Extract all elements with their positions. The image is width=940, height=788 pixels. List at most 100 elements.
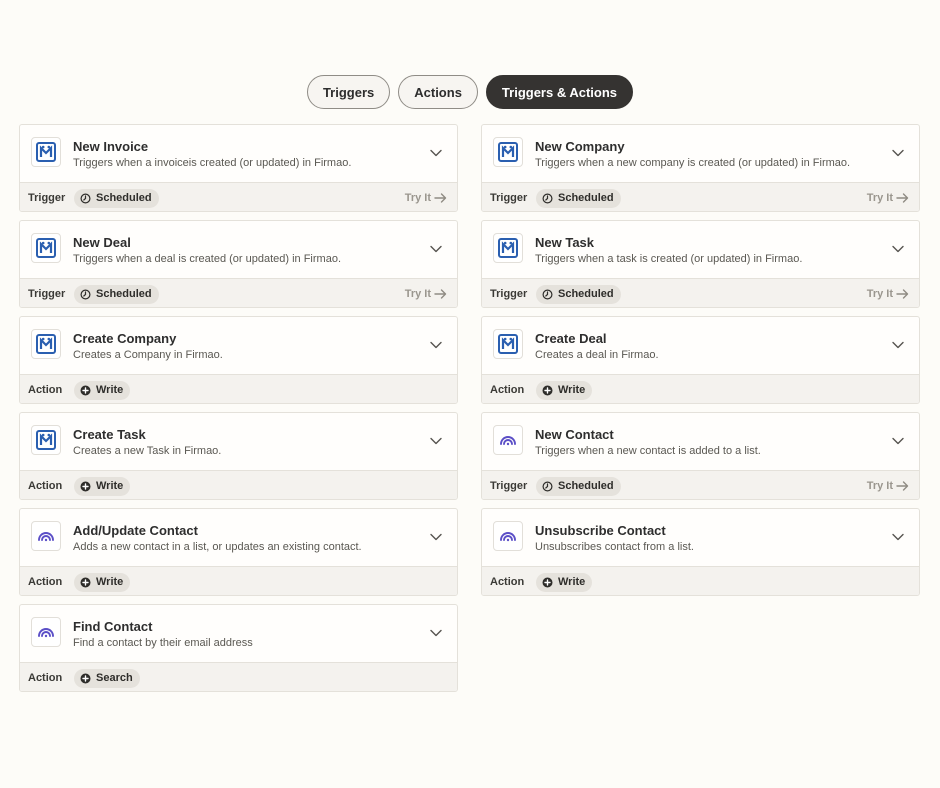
status-badge: Write	[74, 572, 131, 592]
status-badge-label: Scheduled	[558, 192, 614, 204]
plus-circle-icon	[80, 673, 91, 684]
status-badge: Scheduled	[536, 284, 621, 304]
card-header[interactable]: Unsubscribe Contact Unsubscribes contact…	[482, 509, 919, 567]
firmao-logo-icon	[493, 137, 523, 167]
card-add-update-contact: Add/Update Contact Adds a new contact in…	[19, 508, 458, 596]
card-header[interactable]: New Invoice Triggers when a invoiceis cr…	[20, 125, 457, 183]
firmao-logo-icon	[31, 425, 61, 455]
card-new-contact: New Contact Triggers when a new contact …	[481, 412, 920, 500]
try-it-label: Try It	[404, 192, 431, 204]
status-badge-label: Write	[96, 576, 124, 588]
card-description: Triggers when a new company is created (…	[535, 157, 851, 169]
card-title: New Contact	[535, 427, 614, 442]
try-it-link[interactable]: Try It	[404, 183, 447, 211]
card-new-deal: New Deal Triggers when a deal is created…	[19, 220, 458, 308]
card-kind-label: Trigger	[490, 288, 528, 300]
plus-circle-icon	[542, 577, 553, 588]
card-description: Triggers when a deal is created (or upda…	[73, 253, 341, 265]
card-kind-label: Action	[28, 672, 63, 684]
card-header[interactable]: New Task Triggers when a task is created…	[482, 221, 919, 279]
status-badge-label: Scheduled	[96, 192, 152, 204]
contact-app-logo-icon	[493, 425, 523, 455]
card-header[interactable]: Find Contact Find a contact by their ema…	[20, 605, 457, 663]
plus-circle-icon	[80, 481, 91, 492]
card-title: Create Company	[73, 331, 177, 346]
card-title: Unsubscribe Contact	[535, 523, 666, 538]
status-badge-label: Scheduled	[558, 288, 614, 300]
chevron-down-icon[interactable]	[429, 146, 443, 160]
card-footer: Action Write	[482, 375, 919, 403]
status-badge: Scheduled	[74, 284, 159, 304]
chevron-down-icon[interactable]	[429, 530, 443, 544]
card-header[interactable]: Add/Update Contact Adds a new contact in…	[20, 509, 457, 567]
chevron-down-icon[interactable]	[429, 242, 443, 256]
card-description: Creates a new Task in Firmao.	[73, 445, 222, 457]
chevron-down-icon[interactable]	[891, 434, 905, 448]
card-header[interactable]: Create Company Creates a Company in Firm…	[20, 317, 457, 375]
try-it-link[interactable]: Try It	[867, 183, 909, 211]
status-badge-label: Write	[96, 384, 124, 396]
firmao-logo-icon	[493, 233, 523, 263]
status-badge: Write	[74, 380, 131, 400]
tab-actions[interactable]: Actions	[398, 75, 478, 109]
card-kind-label: Action	[28, 480, 63, 492]
clock-icon	[542, 288, 553, 300]
tab-triggers-and-actions[interactable]: Triggers & Actions	[485, 75, 634, 109]
card-title: New Company	[535, 139, 625, 154]
card-title: New Deal	[73, 235, 131, 250]
firmao-logo-icon	[31, 233, 61, 263]
card-footer: Action Write	[20, 471, 457, 499]
chevron-down-icon[interactable]	[891, 242, 905, 256]
chevron-down-icon[interactable]	[429, 434, 443, 448]
contact-app-logo-icon	[31, 617, 61, 647]
status-badge: Search	[74, 668, 140, 688]
chevron-down-icon[interactable]	[429, 626, 443, 640]
try-it-label: Try It	[404, 288, 431, 300]
card-footer: Trigger Scheduled Try It	[20, 279, 457, 307]
card-description: Creates a Company in Firmao.	[73, 349, 223, 361]
card-create-company: Create Company Creates a Company in Firm…	[19, 316, 458, 404]
status-badge-label: Write	[558, 384, 586, 396]
arrow-right-icon	[896, 289, 909, 299]
status-badge-label: Search	[96, 672, 133, 684]
card-find-contact: Find Contact Find a contact by their ema…	[19, 604, 458, 692]
status-badge-label: Write	[96, 480, 124, 492]
try-it-label: Try It	[866, 288, 893, 300]
clock-icon	[542, 192, 553, 204]
card-title: New Task	[535, 235, 595, 250]
contact-app-logo-icon	[31, 521, 61, 551]
chevron-down-icon[interactable]	[891, 338, 905, 352]
card-header[interactable]: Create Deal Creates a deal in Firmao.	[482, 317, 919, 375]
card-kind-label: Trigger	[28, 288, 66, 300]
card-new-invoice: New Invoice Triggers when a invoiceis cr…	[19, 124, 458, 212]
card-footer: Action Search	[20, 663, 457, 691]
card-footer: Trigger Scheduled Try It	[482, 183, 919, 211]
card-description: Triggers when a new contact is added to …	[535, 445, 761, 457]
card-header[interactable]: New Deal Triggers when a deal is created…	[20, 221, 457, 279]
chevron-down-icon[interactable]	[429, 338, 443, 352]
card-header[interactable]: New Contact Triggers when a new contact …	[482, 413, 919, 471]
plus-circle-icon	[80, 385, 91, 396]
chevron-down-icon[interactable]	[891, 146, 905, 160]
card-kind-label: Trigger	[490, 480, 528, 492]
try-it-link[interactable]: Try It	[867, 471, 909, 499]
card-title: New Invoice	[73, 139, 149, 154]
firmao-logo-icon	[31, 137, 61, 167]
card-footer: Action Write	[482, 567, 919, 595]
clock-icon	[542, 480, 553, 492]
chevron-down-icon[interactable]	[891, 530, 905, 544]
tab-triggers[interactable]: Triggers	[306, 75, 391, 109]
status-badge: Write	[536, 572, 593, 592]
try-it-link[interactable]: Try It	[866, 279, 909, 307]
arrow-right-icon	[434, 289, 447, 299]
card-create-deal: Create Deal Creates a deal in Firmao. Ac…	[481, 316, 920, 404]
card-kind-label: Action	[28, 384, 63, 396]
card-header[interactable]: New Company Triggers when a new company …	[482, 125, 919, 183]
card-description: Creates a deal in Firmao.	[535, 349, 659, 361]
status-badge: Write	[536, 380, 593, 400]
card-unsubscribe-contact: Unsubscribe Contact Unsubscribes contact…	[481, 508, 920, 596]
card-header[interactable]: Create Task Creates a new Task in Firmao…	[20, 413, 457, 471]
card-description: Triggers when a task is created (or upda…	[535, 253, 803, 265]
try-it-link[interactable]: Try It	[404, 279, 447, 307]
clock-icon	[80, 288, 91, 300]
